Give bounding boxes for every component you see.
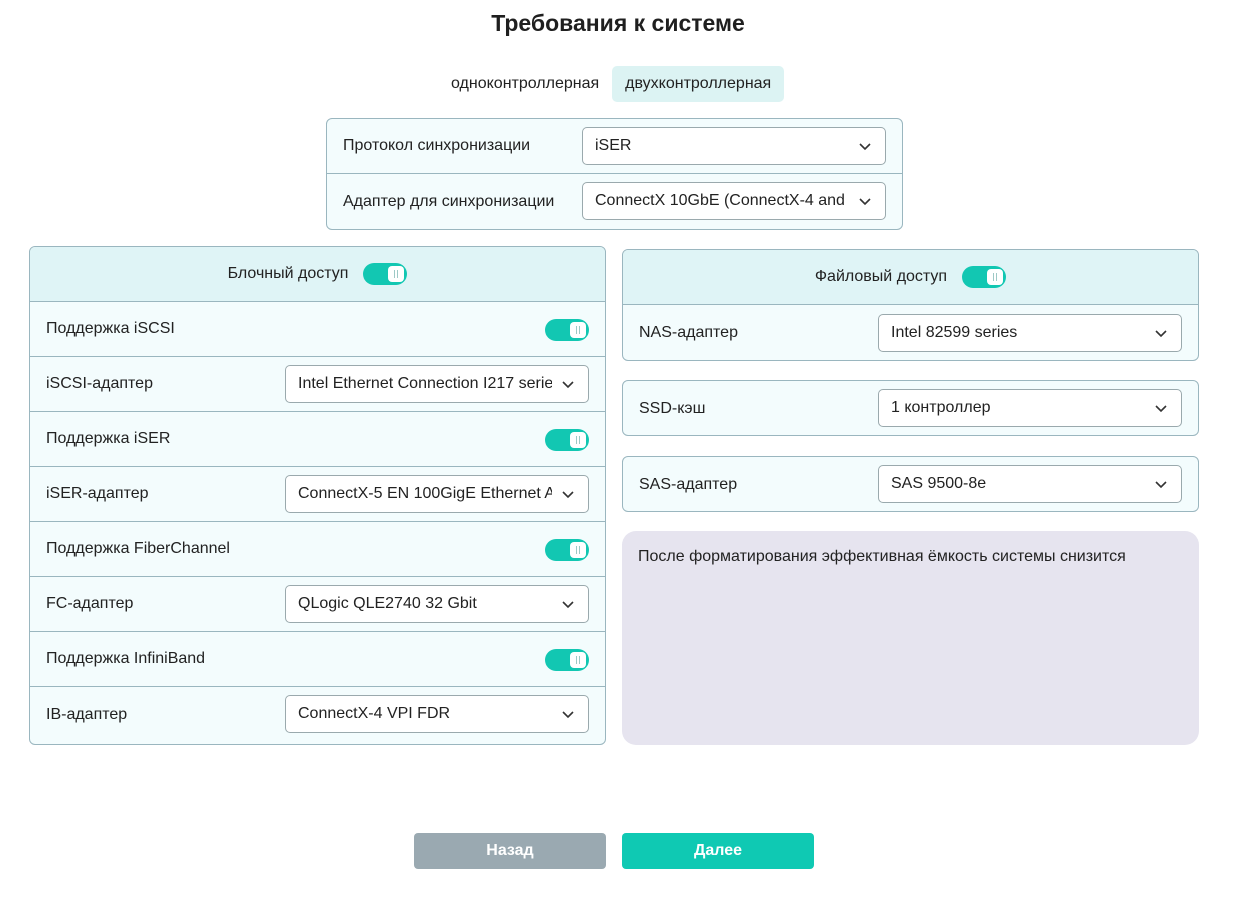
iser-adapter-row: iSER-адаптер ConnectX-5 EN 100GigE Ether… [30, 467, 605, 522]
sas-adapter-select[interactable]: SAS 9500-8e [878, 465, 1182, 503]
ib-adapter-row: IB-адаптер ConnectX-4 VPI FDR [30, 687, 605, 742]
block-access-panel: Блочный доступ Поддержка iSCSI iSCSI-ада… [29, 246, 606, 745]
file-access-panel: Файловый доступ NAS-адаптер Intel 82599 … [622, 249, 1199, 361]
ib-adapter-value: ConnectX-4 VPI FDR [298, 705, 451, 722]
chevron-down-icon [562, 711, 574, 719]
nas-adapter-select[interactable]: Intel 82599 series [878, 314, 1182, 352]
sync-protocol-row: Протокол синхронизации iSER [327, 119, 902, 174]
ib-adapter-label: IB-адаптер [46, 705, 128, 723]
sync-adapter-value: ConnectX 10GbE (ConnectX-4 and h [595, 192, 849, 209]
iser-support-toggle[interactable] [545, 429, 589, 451]
chevron-down-icon [1155, 330, 1167, 338]
ib-support-label: Поддержка InfiniBand [46, 650, 206, 667]
sync-settings-box: Протокол синхронизации iSER Адаптер для … [326, 118, 903, 230]
controller-mode-switch: одноконтроллерная двухконтроллерная [438, 66, 785, 102]
toggle-knob [388, 266, 405, 282]
iscsi-adapter-value: Intel Ethernet Connection I217 serie [298, 375, 552, 392]
fc-adapter-label: FC-адаптер [46, 595, 134, 612]
capacity-notice: После форматирования эффективная ёмкость… [622, 531, 1199, 745]
chevron-down-icon [1155, 405, 1167, 413]
nas-adapter-value: Intel 82599 series [891, 324, 1018, 341]
sync-adapter-label: Адаптер для синхронизации [343, 192, 555, 210]
ssd-cache-label: SSD-кэш [639, 399, 706, 417]
iser-support-label: Поддержка iSER [46, 430, 171, 447]
toggle-knob [570, 432, 586, 448]
fc-adapter-row: FC-адаптер QLogic QLE2740 32 Gbit [30, 577, 605, 632]
sas-adapter-row: SAS-адаптер SAS 9500-8e [623, 457, 1198, 511]
sas-adapter-panel: SAS-адаптер SAS 9500-8e [622, 456, 1199, 512]
file-access-title: Файловый доступ [814, 268, 948, 285]
capacity-notice-text: После форматирования эффективная ёмкость… [638, 548, 1126, 565]
mode-dual-controller[interactable]: двухконтроллерная [612, 66, 785, 102]
page-title: Требования к системе [491, 10, 745, 36]
toggle-knob [987, 269, 1004, 285]
mode-single-controller[interactable]: одноконтроллерная [438, 66, 612, 102]
sync-protocol-select[interactable]: iSER [582, 127, 886, 165]
fc-adapter-select[interactable]: QLogic QLE2740 32 Gbit [285, 585, 589, 623]
chevron-down-icon [859, 143, 871, 151]
file-access-toggle[interactable] [962, 266, 1007, 288]
sync-adapter-row: Адаптер для синхронизации ConnectX 10GbE… [327, 174, 902, 229]
iscsi-adapter-label: iSCSI-адаптер [46, 375, 153, 392]
block-access-header: Блочный доступ [30, 247, 605, 302]
iscsi-support-row: Поддержка iSCSI [30, 302, 605, 357]
fc-support-label: Поддержка FiberChannel [46, 540, 230, 557]
iscsi-adapter-select[interactable]: Intel Ethernet Connection I217 serie [285, 365, 589, 403]
toggle-knob [570, 652, 586, 668]
file-access-header: Файловый доступ [623, 250, 1198, 305]
chevron-down-icon [562, 491, 574, 499]
sync-protocol-value: iSER [595, 137, 632, 154]
ib-support-toggle[interactable] [545, 649, 589, 671]
nas-adapter-label: NAS-адаптер [639, 323, 738, 341]
sas-adapter-label: SAS-адаптер [639, 475, 738, 493]
iser-support-row: Поддержка iSER [30, 412, 605, 467]
ib-support-row: Поддержка InfiniBand [30, 632, 605, 687]
block-access-title: Блочный доступ [227, 265, 349, 282]
sync-protocol-label: Протокол синхронизации [343, 137, 531, 154]
iscsi-support-label: Поддержка iSCSI [46, 320, 175, 337]
chevron-down-icon [859, 198, 871, 206]
next-button[interactable]: Далее [622, 833, 814, 869]
ssd-cache-value: 1 контроллер [891, 399, 991, 416]
sync-adapter-select[interactable]: ConnectX 10GbE (ConnectX-4 and h [582, 182, 886, 220]
ib-adapter-select[interactable]: ConnectX-4 VPI FDR [285, 695, 589, 733]
fc-adapter-value: QLogic QLE2740 32 Gbit [298, 595, 477, 612]
fc-support-toggle[interactable] [545, 539, 589, 561]
iser-adapter-label: iSER-адаптер [46, 485, 149, 502]
chevron-down-icon [562, 601, 574, 609]
chevron-down-icon [562, 381, 574, 389]
nas-adapter-row: NAS-адаптер Intel 82599 series [623, 305, 1198, 360]
toggle-knob [570, 542, 586, 558]
sas-adapter-value: SAS 9500-8e [891, 475, 987, 492]
fc-support-row: Поддержка FiberChannel [30, 522, 605, 577]
iser-adapter-value: ConnectX-5 EN 100GigE Ethernet Ac [298, 485, 552, 502]
ssd-cache-row: SSD-кэш 1 контроллер [623, 381, 1198, 435]
iscsi-support-toggle[interactable] [545, 319, 589, 341]
iscsi-adapter-row: iSCSI-адаптер Intel Ethernet Connection … [30, 357, 605, 412]
chevron-down-icon [1155, 481, 1167, 489]
ssd-cache-select[interactable]: 1 контроллер [878, 389, 1182, 427]
toggle-knob [570, 322, 586, 338]
back-button[interactable]: Назад [414, 833, 606, 869]
ssd-cache-panel: SSD-кэш 1 контроллер [622, 380, 1199, 436]
iser-adapter-select[interactable]: ConnectX-5 EN 100GigE Ethernet Ac [285, 475, 589, 513]
block-access-toggle[interactable] [363, 263, 408, 285]
